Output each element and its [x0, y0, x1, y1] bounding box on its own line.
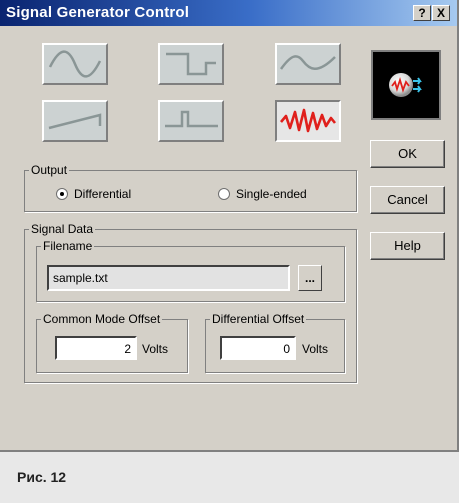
radio-differential-label[interactable]: Differential — [74, 186, 131, 202]
signal-generator-dialog: Signal Generator Control ? X OK Cancel H… — [0, 0, 459, 452]
cancel-button[interactable]: Cancel — [370, 186, 445, 214]
output-group-label: Output — [29, 162, 70, 178]
differential-offset-group: Differential Offset 0 Volts — [205, 311, 345, 373]
signal-data-group: Signal Data Filename sample.txt ... Comm… — [24, 221, 357, 383]
filename-group-label: Filename — [41, 238, 95, 254]
triangle-wave-icon — [279, 55, 336, 70]
radio-single-ended[interactable] — [218, 188, 230, 200]
figure-caption-bar: Рис. 12 — [0, 452, 459, 503]
common-mode-offset-group: Common Mode Offset 2 Volts — [36, 311, 188, 373]
window-title: Signal Generator Control — [6, 4, 190, 21]
common-mode-offset-unit: Volts — [142, 342, 169, 356]
figure-caption: Рис. 12 — [17, 469, 67, 485]
sine-wave-icon — [48, 50, 102, 78]
help-title-button[interactable]: ? — [413, 5, 431, 21]
differential-offset-unit: Volts — [302, 342, 329, 356]
help-button[interactable]: Help — [370, 232, 445, 260]
noise-signal-icon — [389, 73, 422, 97]
close-button[interactable]: X — [432, 5, 450, 21]
square-wave-icon — [166, 52, 216, 76]
filename-input[interactable]: sample.txt — [47, 265, 290, 291]
differential-offset-label: Differential Offset — [210, 311, 307, 327]
waveform-triangle-button[interactable] — [275, 43, 341, 85]
ramp-wave-icon — [48, 113, 102, 130]
waveform-pulse-button[interactable] — [158, 100, 224, 142]
pulse-wave-icon — [165, 110, 218, 128]
noise-wave-icon — [280, 108, 337, 133]
common-mode-offset-label: Common Mode Offset — [41, 311, 163, 327]
radio-differential[interactable] — [56, 188, 68, 200]
signal-data-group-label: Signal Data — [29, 221, 96, 237]
signal-preview — [371, 50, 441, 120]
common-mode-offset-input[interactable]: 2 — [55, 336, 137, 360]
waveform-sine-button[interactable] — [42, 43, 108, 85]
radio-single-ended-label[interactable]: Single-ended — [236, 186, 307, 202]
waveform-ramp-button[interactable] — [42, 100, 108, 142]
filename-group: Filename sample.txt ... — [36, 238, 345, 302]
browse-button[interactable]: ... — [298, 265, 322, 291]
differential-offset-input[interactable]: 0 — [220, 336, 296, 360]
waveform-square-button[interactable] — [158, 43, 224, 85]
ok-button[interactable]: OK — [370, 140, 445, 168]
output-group: Output Differential Single-ended — [24, 162, 357, 212]
waveform-noise-button[interactable] — [275, 100, 341, 142]
title-bar[interactable]: Signal Generator Control ? X — [0, 0, 457, 26]
